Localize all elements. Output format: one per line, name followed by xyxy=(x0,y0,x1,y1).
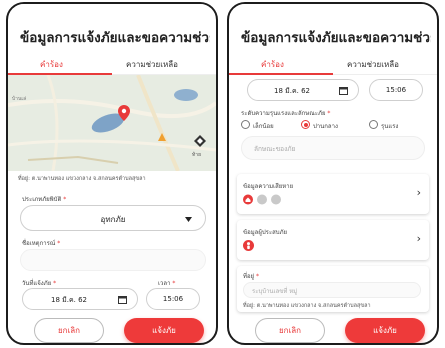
page-title: ข้อมูลการแจ้งภัยและขอความช่วยเหลือ xyxy=(20,30,210,46)
address-text: ที่อยู่: ต.นาพานทอง แขวงกลาง จ.สกลนครตำบ… xyxy=(18,176,146,182)
map-marker-label: ท้าย xyxy=(192,152,202,158)
submit-report-button[interactable]: แจ้งภัย xyxy=(124,318,204,343)
submit-report-button[interactable]: แจ้งภัย xyxy=(345,318,425,343)
time-value: 15:06 xyxy=(162,295,184,303)
event-name-label: ชื่อเหตุการณ์ * xyxy=(22,240,61,247)
address-card: ที่อยู่ * ระบุบ้านเลขที่ หมู่ ที่อยู่: ต… xyxy=(237,266,429,312)
severity-radio-moderate[interactable] xyxy=(301,120,310,129)
phone-screen-assistance-form: ข้อมูลการแจ้งภัยและขอความช่วยเหลือ คำร้อ… xyxy=(227,2,439,345)
tab-bar: คำร้อง ความช่วยเหลือ xyxy=(8,52,216,75)
description-placeholder: ลักษณะของภัย xyxy=(254,145,296,153)
disaster-type-select[interactable]: อุทกภัย xyxy=(20,205,206,231)
current-address-text: ที่อยู่: ต.นาพานทอง แขวงกลาง จ.สกลนครตำบ… xyxy=(243,303,371,309)
damage-info-card[interactable]: ข้อมูลความเสียหาย › xyxy=(237,174,429,214)
map-view[interactable]: บ้านเล่ ท้าย xyxy=(8,75,216,171)
severity-option-moderate: ปานกลาง xyxy=(313,123,338,130)
map-graphic xyxy=(8,75,216,171)
person-icon xyxy=(243,240,254,251)
calendar-icon[interactable] xyxy=(339,86,348,95)
warning-marker-icon xyxy=(158,133,166,141)
severity-label: ระดับความรุนแรงและลักษณะภัย * xyxy=(241,110,331,117)
date-field[interactable]: 18 มี.ค. 62 xyxy=(22,288,138,310)
map-place-label: บ้านเล่ xyxy=(12,96,27,102)
address-input[interactable]: ระบุบ้านเลขที่ หมู่ xyxy=(243,282,421,298)
address-placeholder: ระบุบ้านเลขที่ หมู่ xyxy=(252,288,298,295)
victim-info-card[interactable]: ข้อมูลผู้ประสบภัย › xyxy=(237,220,429,260)
location-pin-icon xyxy=(118,105,130,121)
damage-icons xyxy=(243,194,281,205)
date-value: 18 มี.ค. 62 xyxy=(274,87,311,95)
compass-icon[interactable] xyxy=(194,135,206,147)
time-label: เวลา * xyxy=(158,280,176,287)
calendar-icon[interactable] xyxy=(118,295,127,304)
cancel-button[interactable]: ยกเลิก xyxy=(34,318,104,343)
description-input[interactable]: ลักษณะของภัย xyxy=(241,136,425,160)
page-title: ข้อมูลการแจ้งภัยและขอความช่วยเหลือ xyxy=(241,30,431,46)
damage-info-label: ข้อมูลความเสียหาย xyxy=(243,183,294,190)
severity-radio-minor[interactable] xyxy=(241,120,250,129)
tab-request[interactable]: คำร้อง xyxy=(40,58,63,71)
chevron-right-icon: › xyxy=(416,232,421,245)
date-label: วันที่แจ้งภัย * xyxy=(22,280,57,287)
tab-assistance[interactable]: ความช่วยเหลือ xyxy=(347,58,399,71)
chevron-right-icon: › xyxy=(416,186,421,199)
tab-active-indicator xyxy=(229,73,333,75)
dropdown-arrow-icon xyxy=(185,217,192,222)
tab-bar: คำร้อง ความช่วยเหลือ xyxy=(229,52,437,75)
victim-info-label: ข้อมูลผู้ประสบภัย xyxy=(243,229,288,236)
time-field[interactable]: 15:06 xyxy=(146,288,200,310)
severity-radio-severe[interactable] xyxy=(369,120,378,129)
disaster-type-value: อุทกภัย xyxy=(100,215,126,224)
status-bar xyxy=(8,4,216,14)
severity-option-minor: เล็กน้อย xyxy=(253,123,274,130)
status-bar xyxy=(229,4,437,14)
event-name-input[interactable] xyxy=(20,249,206,271)
time-value: 15:06 xyxy=(385,86,407,94)
tab-request[interactable]: คำร้อง xyxy=(261,58,284,71)
time-field[interactable]: 15:06 xyxy=(369,79,423,101)
address-label: ที่อยู่ * xyxy=(243,273,259,280)
disaster-type-label: ประเภทภัยพิบัติ * xyxy=(22,196,67,203)
tab-assistance[interactable]: ความช่วยเหลือ xyxy=(126,58,178,71)
cancel-button[interactable]: ยกเลิก xyxy=(255,318,325,343)
severity-option-severe: รุนแรง xyxy=(381,123,399,130)
date-field[interactable]: 18 มี.ค. 62 xyxy=(247,79,359,101)
phone-screen-report-form: ข้อมูลการแจ้งภัยและขอความช่วยเหลือ คำร้อ… xyxy=(6,2,218,345)
date-value: 18 มี.ค. 62 xyxy=(51,296,88,304)
